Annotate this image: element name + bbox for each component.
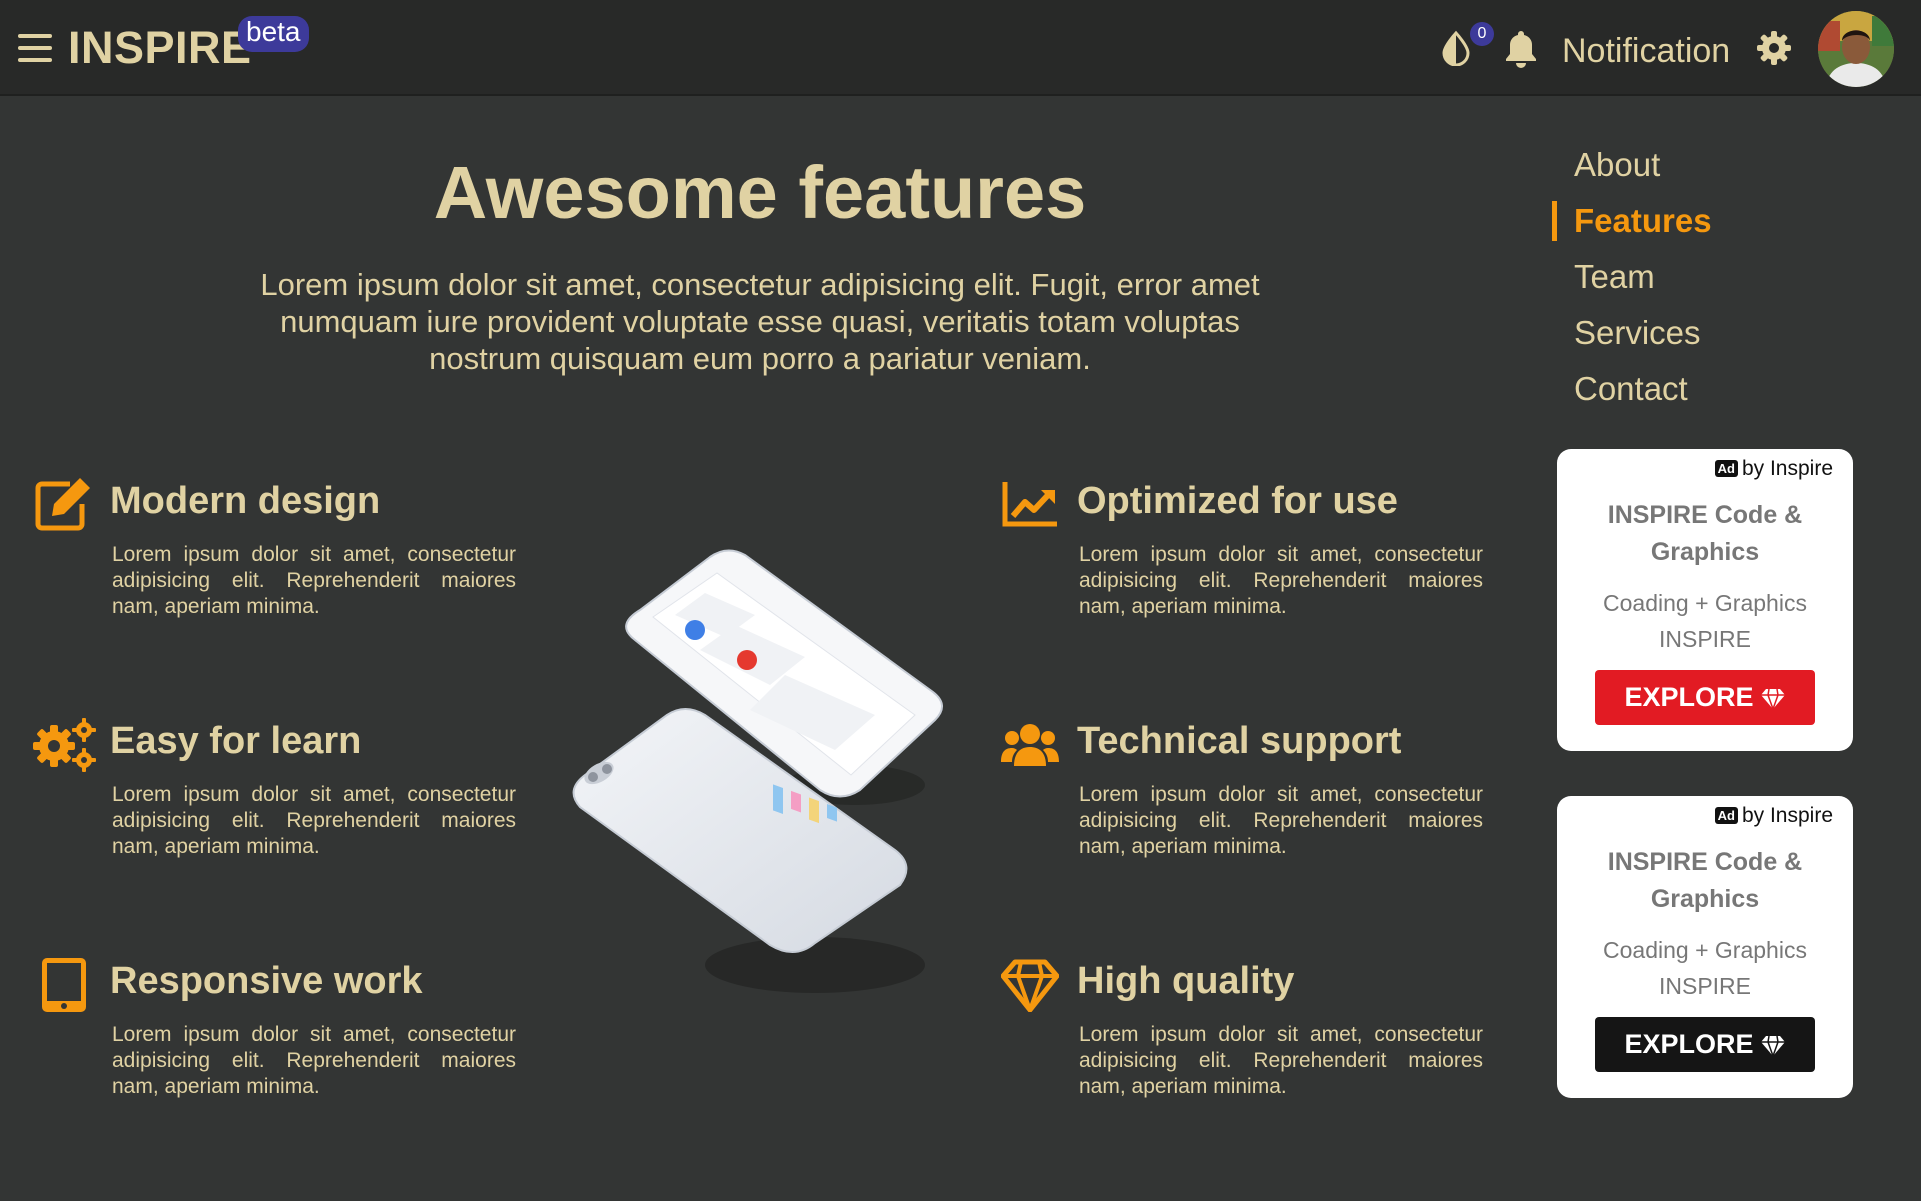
ad-badge: Ad xyxy=(1714,460,1738,477)
page-title: Awesome features xyxy=(433,151,1087,234)
nav-item-contact[interactable]: Contact xyxy=(1552,364,1852,420)
feature-title: Technical support xyxy=(1077,720,1402,762)
ad-title: INSPIRE Code & Graphics xyxy=(1607,848,1803,913)
explore-button-label: EXPLORE xyxy=(1624,1029,1754,1059)
contrast-count-badge: 0 xyxy=(1470,22,1494,46)
menu-icon[interactable] xyxy=(18,34,52,64)
settings-gear-icon[interactable] xyxy=(1756,30,1792,66)
nav-item-team[interactable]: Team xyxy=(1552,252,1852,308)
feature-text: Lorem ipsum dolor sit amet, consectetur … xyxy=(1079,783,1483,858)
users-icon xyxy=(1001,724,1059,766)
chart-line-icon xyxy=(1002,482,1057,527)
feature-text: Lorem ipsum dolor sit amet, consectetur … xyxy=(112,1023,516,1098)
explore-button-label: EXPLORE xyxy=(1624,682,1754,712)
beta-badge: beta xyxy=(238,16,309,52)
bell-icon[interactable] xyxy=(1504,28,1538,68)
feature-title: High quality xyxy=(1077,960,1295,1002)
ad-attribution: Ad by Inspire xyxy=(1714,457,1833,481)
tablet-icon xyxy=(42,958,86,1012)
section-nav: About Features Team Services Contact xyxy=(1552,140,1852,420)
feature-title: Modern design xyxy=(110,480,381,522)
gears-icon xyxy=(33,718,96,772)
diamond-icon xyxy=(1760,1035,1785,1059)
avatar[interactable] xyxy=(1818,11,1894,87)
feature-title: Optimized for use xyxy=(1077,480,1398,522)
ad-description: Coading + Graphics INSPIRE xyxy=(1603,937,1807,999)
diamond-icon xyxy=(1001,959,1059,1012)
diamond-icon xyxy=(1760,688,1785,712)
feature-title: Responsive work xyxy=(110,960,423,1002)
hero-subtitle: Lorem ipsum dolor sit amet, consectetur … xyxy=(260,267,1260,376)
ad-by-label: by Inspire xyxy=(1741,457,1833,480)
phone-mockup-image xyxy=(572,549,943,993)
notification-link[interactable]: Notification xyxy=(1562,32,1730,71)
top-navbar: INSPIRE beta 0 Notification xyxy=(0,0,1921,96)
nav-item-features[interactable]: Features xyxy=(1552,196,1852,252)
nav-item-about[interactable]: About xyxy=(1552,140,1852,196)
contrast-icon[interactable] xyxy=(1440,30,1472,66)
feature-text: Lorem ipsum dolor sit amet, consectetur … xyxy=(112,543,516,618)
explore-button[interactable]: EXPLORE xyxy=(1595,1017,1815,1072)
edit-icon xyxy=(35,478,90,531)
feature-title: Easy for learn xyxy=(110,720,362,762)
ad-title: INSPIRE Code & Graphics xyxy=(1607,501,1803,566)
ad-description: Coading + Graphics INSPIRE xyxy=(1603,590,1807,652)
ad-attribution: Ad by Inspire xyxy=(1714,804,1833,828)
ad-card[interactable]: Ad by Inspire INSPIRE Code & Graphics Coa… xyxy=(1557,449,1853,751)
ad-by-label: by Inspire xyxy=(1741,804,1833,827)
ad-card[interactable]: Ad by Inspire INSPIRE Code & Graphics Coa… xyxy=(1557,796,1853,1098)
explore-button[interactable]: EXPLORE xyxy=(1595,670,1815,725)
brand-logo[interactable]: INSPIRE xyxy=(68,22,252,74)
ad-badge: Ad xyxy=(1714,807,1738,824)
feature-text: Lorem ipsum dolor sit amet, consectetur … xyxy=(1079,543,1483,618)
feature-text: Lorem ipsum dolor sit amet, consectetur … xyxy=(1079,1023,1483,1098)
nav-item-services[interactable]: Services xyxy=(1552,308,1852,364)
feature-text: Lorem ipsum dolor sit amet, consectetur … xyxy=(112,783,516,858)
